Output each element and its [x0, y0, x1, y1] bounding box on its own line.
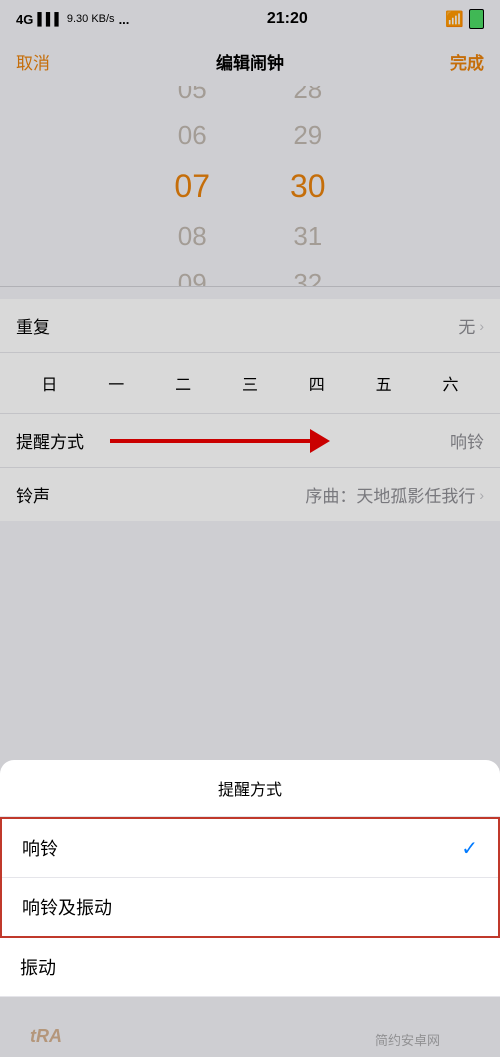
popup-sheet: 提醒方式 响铃 ✓ 响铃及振动 振动 [0, 760, 500, 997]
popup-option-vibrate-label: 振动 [20, 954, 56, 980]
popup-overlay[interactable]: 提醒方式 响铃 ✓ 响铃及振动 振动 [0, 0, 500, 1057]
popup-options-bordered: 响铃 ✓ 响铃及振动 [0, 817, 500, 938]
popup-title: 提醒方式 [0, 760, 500, 817]
popup-option-ring-label: 响铃 [22, 835, 58, 861]
checkmark-icon: ✓ [461, 836, 478, 861]
popup-option-vibrate[interactable]: 振动 [0, 938, 500, 997]
popup-option-ring-vibrate-label: 响铃及振动 [22, 894, 112, 920]
popup-option-ring[interactable]: 响铃 ✓ [2, 819, 498, 878]
popup-option-ring-vibrate[interactable]: 响铃及振动 [2, 878, 498, 936]
